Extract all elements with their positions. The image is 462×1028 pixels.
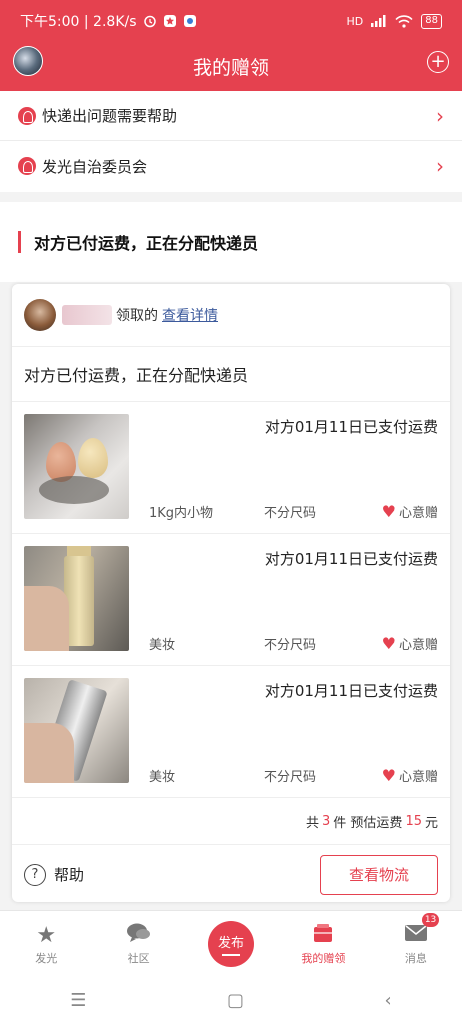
claim-text: 领取的 [116, 308, 158, 324]
wifi-icon [395, 14, 413, 28]
page-title: 我的赠领 [192, 57, 269, 79]
tab-label: 发光 [35, 952, 58, 965]
item-photo [24, 678, 129, 783]
help-row-committee[interactable]: 发光自治委员会 › [0, 141, 462, 191]
tab-label: 消息 [404, 952, 427, 965]
publish-label: 发布 [218, 936, 245, 951]
user-name-blurred [62, 305, 112, 325]
user-avatar[interactable] [24, 299, 56, 331]
battery-indicator: 88 [421, 13, 442, 29]
heart-icon: ♥ [381, 502, 396, 521]
item-category: 美妆 [149, 638, 176, 653]
tab-community[interactable]: 社区 [92, 911, 184, 972]
tab-publish[interactable]: 发布 [185, 911, 277, 972]
tab-faguang[interactable]: ★ 发光 [0, 911, 92, 972]
tab-label: 社区 [127, 952, 150, 965]
message-badge: 13 [421, 913, 440, 927]
item-type: ♥ 心意赠 [381, 634, 438, 654]
tab-messages[interactable]: 13 消息 [370, 911, 462, 972]
nav-bar: 我的赠领 + [0, 42, 462, 91]
summary-fee-unit: 元 [424, 815, 438, 831]
home-icon[interactable]: ▢ [227, 990, 244, 1011]
tab-my-gifts[interactable]: 我的赠领 [277, 911, 369, 972]
item-type: ♥ 心意赠 [381, 766, 438, 786]
item-photo [24, 546, 129, 651]
card-status-text: 对方已付运费，正在分配快递员 [12, 347, 450, 402]
header: 下午5:00 | 2.8K/s HD 88 我的赠领 + [0, 0, 462, 91]
shipping-fee: 15 [405, 813, 422, 829]
help-row-label: 发光自治委员会 [42, 157, 148, 176]
list-item[interactable]: 对方01月11日已支付运费 美妆 不分尺码 ♥ 心意赠 [12, 666, 450, 798]
list-item[interactable]: 对方01月11日已支付运费 1Kg内小物 不分尺码 ♥ 心意赠 [12, 402, 450, 534]
help-row-label: 快递出问题需要帮助 [42, 107, 178, 125]
card-header: 领取的 查看详情 [12, 284, 450, 347]
tab-bar: ★ 发光 社区 发布 我的赠领 13 消息 [0, 910, 462, 972]
app-notify-icon [183, 14, 197, 28]
tab-label: 我的赠领 [301, 952, 346, 965]
item-type: ♥ 心意赠 [381, 502, 438, 522]
question-icon[interactable]: ? [24, 863, 46, 886]
list-item[interactable]: 对方01月11日已支付运费 美妆 不分尺码 ♥ 心意赠 [12, 534, 450, 666]
item-count: 3 [322, 813, 331, 829]
order-summary: 共 3 件 预估运费 15 元 [12, 798, 450, 845]
publish-icon [222, 954, 241, 956]
item-category: 1Kg内小物 [149, 506, 214, 521]
view-detail-link[interactable]: 查看详情 [162, 305, 218, 325]
back-icon[interactable]: ‹ [385, 990, 392, 1011]
paid-text: 对方01月11日已支付运费 [264, 550, 438, 568]
item-size: 不分尺码 [264, 638, 317, 653]
avatar[interactable] [13, 46, 43, 76]
status-time: 下午5:00 | 2.8K/s [20, 14, 137, 30]
status-section: 对方已付运费，正在分配快递员 [0, 202, 462, 282]
order-card: 领取的 查看详情 对方已付运费，正在分配快递员 对方01月11日已支付运费 1K… [12, 284, 450, 902]
system-nav-bar: ☰ ▢ ‹ [0, 972, 462, 1028]
chevron-right-icon: › [436, 154, 444, 178]
plus-icon: + [430, 51, 446, 72]
help-row-express[interactable]: 快递出问题需要帮助 › [0, 91, 462, 141]
signal-icon [371, 15, 387, 27]
network-label: HD [346, 14, 364, 28]
add-button[interactable]: + [427, 51, 449, 73]
item-type-label: 心意赠 [398, 770, 438, 785]
status-bar: 下午5:00 | 2.8K/s HD 88 [0, 0, 462, 42]
star-icon: ★ [36, 923, 57, 948]
app-badge-icon [163, 14, 177, 28]
mail-icon [404, 922, 428, 950]
paid-text: 对方01月11日已支付运费 [264, 682, 438, 700]
gift-box-icon [312, 922, 334, 950]
publish-button[interactable]: 发布 [208, 921, 255, 967]
help-list: 快递出问题需要帮助 › 发光自治委员会 › [0, 91, 462, 192]
committee-icon [18, 157, 36, 175]
summary-count-unit: 件 预估运费 [333, 815, 403, 831]
heart-icon: ♥ [381, 766, 396, 785]
item-photo [24, 414, 129, 519]
menu-icon[interactable]: ☰ [70, 990, 86, 1011]
help-person-icon [18, 106, 36, 125]
heart-icon: ♥ [381, 634, 396, 653]
item-type-label: 心意赠 [398, 506, 438, 521]
status-heading: 对方已付运费，正在分配快递员 [34, 234, 259, 253]
section-accent-bar [18, 231, 21, 253]
view-logistics-button[interactable]: 查看物流 [320, 854, 438, 895]
help-label[interactable]: 帮助 [54, 864, 84, 885]
chevron-right-icon: › [436, 103, 444, 128]
summary-prefix: 共 [306, 815, 320, 831]
item-size: 不分尺码 [264, 506, 317, 521]
item-category: 美妆 [149, 770, 176, 785]
paid-text: 对方01月11日已支付运费 [264, 418, 438, 436]
item-size: 不分尺码 [264, 770, 317, 785]
item-type-label: 心意赠 [398, 638, 438, 653]
card-footer: ? 帮助 查看物流 [12, 845, 450, 902]
alarm-icon [143, 14, 157, 28]
chat-icon [126, 922, 152, 950]
